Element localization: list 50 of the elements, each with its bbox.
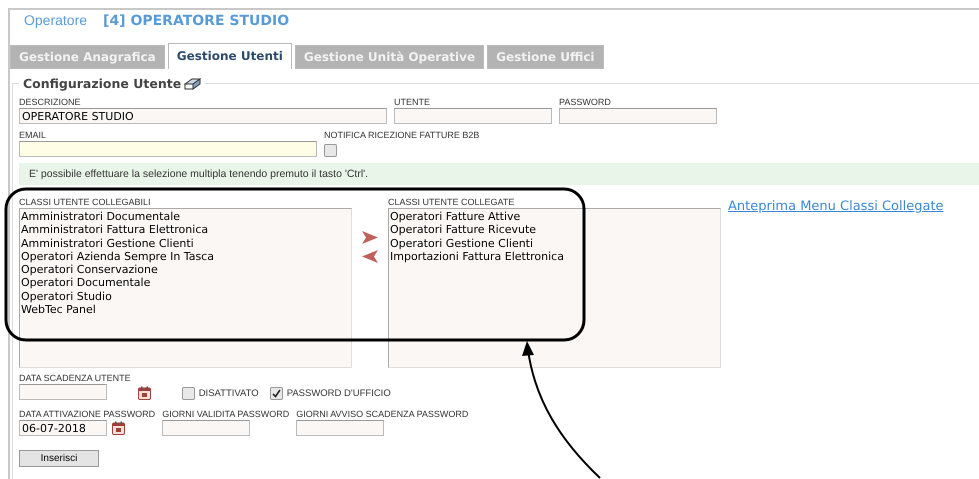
linked-classes-list[interactable]: Operatori Fatture Attive Operatori Fatture Ricevute Operatori Gestione Clienti Importazioni Fattura Elettronica xyxy=(388,208,721,368)
preview-link[interactable]: Anteprima Menu Classi Collegate xyxy=(728,199,944,214)
available-classes-list[interactable] xyxy=(19,208,352,368)
list-option[interactable]: Operatori Gestione Clienti xyxy=(390,236,719,250)
insert-button[interactable]: Inserisci xyxy=(19,450,99,467)
list-option[interactable]: Operatori Azienda Sempre In Tasca xyxy=(21,250,350,264)
checkbox-label: PASSWORD D'UFFICIO xyxy=(286,388,391,399)
eraser-icon xyxy=(184,77,202,90)
checkbox-label: DISATTIVATO xyxy=(198,388,259,399)
field-label: NOTIFICA RICEZIONE FATTURE B2B xyxy=(324,130,480,141)
list-option[interactable]: WebTec Panel xyxy=(21,303,350,316)
list-option[interactable]: Operatori Conservazione xyxy=(21,263,350,276)
move-right-icon[interactable] xyxy=(362,231,378,244)
password-field[interactable] xyxy=(559,108,717,124)
field-label: PASSWORD xyxy=(559,97,612,108)
list-label: CLASSI UTENTE COLLEGATE xyxy=(388,197,516,208)
calendar-icon[interactable] xyxy=(138,386,151,400)
list-label: CLASSI UTENTE COLLEGABILI xyxy=(19,197,152,208)
field-label: GIORNI AVVISO SCADENZA PASSWORD xyxy=(296,409,468,420)
list-option[interactable]: Operatori Studio xyxy=(21,290,350,304)
field-label: UTENTE xyxy=(394,97,431,108)
field-label: GIORNI VALIDITA PASSWORD xyxy=(162,409,290,420)
date-field[interactable] xyxy=(19,384,107,400)
list-option[interactable]: Operatori Fatture Ricevute xyxy=(390,223,719,237)
field-label: DESCRIZIONE xyxy=(19,97,82,108)
checkbox[interactable] xyxy=(270,387,283,400)
date-field[interactable]: 06-07-2018 xyxy=(19,420,107,436)
section-label: Operatore xyxy=(24,12,88,28)
hint-text: E' possibile effettuare la selezione multipla tenendo premuto il tasto 'Ctrl'. xyxy=(19,163,979,185)
calendar-icon[interactable] xyxy=(112,421,125,435)
move-left-icon[interactable] xyxy=(362,250,378,263)
warning-days-field[interactable] xyxy=(296,420,384,436)
field-label: EMAIL xyxy=(19,130,48,141)
username-field[interactable] xyxy=(394,108,552,124)
list-option[interactable]: Importazioni Fattura Elettronica xyxy=(390,250,719,264)
checkbox[interactable] xyxy=(324,144,337,157)
tab[interactable]: Gestione Utenti xyxy=(168,43,292,69)
field-label: DATA ATTIVAZIONE PASSWORD xyxy=(19,409,156,420)
checkbox[interactable] xyxy=(182,387,195,400)
description-field[interactable]: OPERATORE STUDIO xyxy=(19,108,387,124)
list-option[interactable]: Operatori Fatture Attive xyxy=(390,210,719,224)
email-field[interactable] xyxy=(19,141,317,157)
validity-days-field[interactable] xyxy=(162,420,250,436)
list-option[interactable]: Amministratori Fattura Elettronica xyxy=(21,223,350,237)
panel-title: Configurazione Utente xyxy=(23,76,182,91)
field-label: DATA SCADENZA UTENTE xyxy=(19,373,131,384)
page-title: [4] OPERATORE STUDIO xyxy=(103,13,290,29)
list-option[interactable]: Amministratori Documentale xyxy=(21,210,350,224)
list-option[interactable]: Amministratori Gestione Clienti xyxy=(21,236,350,250)
list-option[interactable]: Operatori Documentale xyxy=(21,276,350,290)
